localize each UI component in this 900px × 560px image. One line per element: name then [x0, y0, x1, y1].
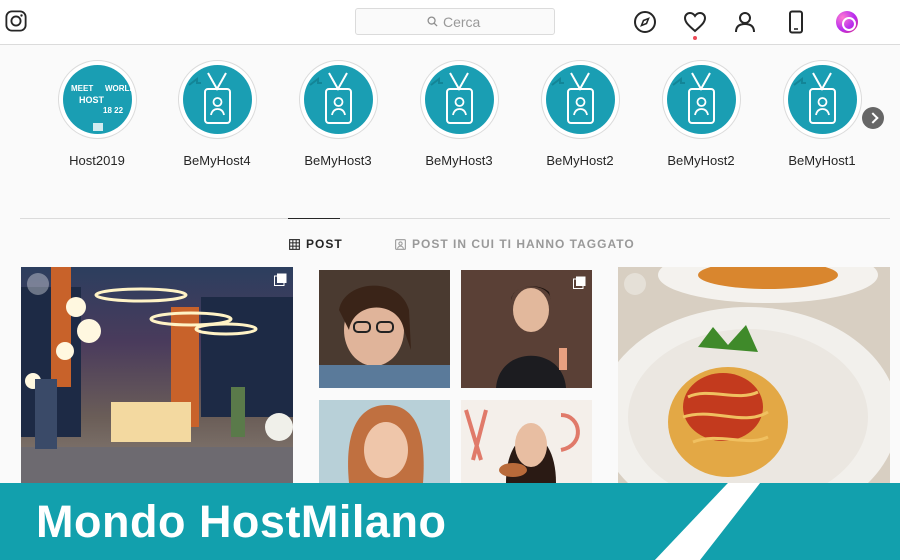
carousel-icon: [573, 276, 586, 289]
grid-icon: [289, 238, 300, 250]
post-tile-showroom[interactable]: [21, 267, 293, 483]
cover-text-dates: 18 22: [103, 106, 124, 115]
highlight-ring: [419, 60, 499, 139]
id-badge-icon: [550, 72, 594, 124]
portrait-photo: [319, 400, 450, 483]
mobile-phone-icon[interactable]: [784, 10, 808, 34]
active-tab-indicator: [288, 218, 340, 219]
banner-title: Mondo HostMilano: [36, 496, 447, 547]
save-icon[interactable]: [624, 273, 646, 295]
id-badge-icon: [671, 72, 715, 124]
highlight-cover: [303, 65, 373, 134]
post-tile-woman-food[interactable]: [461, 400, 592, 483]
tab-tagged[interactable]: POST IN CUI TI HANNO TAGGATO: [395, 237, 635, 251]
compass-icon[interactable]: [633, 10, 657, 34]
story-highlights: MEET HOST WORLD 18 22 Host2019 BeMyHost4…: [0, 60, 900, 175]
highlight-bemyhost4[interactable]: BeMyHost4: [162, 60, 272, 168]
highlight-host2019[interactable]: MEET HOST WORLD 18 22 Host2019: [42, 60, 152, 168]
highlight-cover: [182, 65, 252, 134]
showroom-photo: [21, 267, 293, 483]
cover-text-meet: MEET: [71, 84, 93, 93]
tab-post-label: POST: [306, 237, 343, 251]
post-tile-woman-smiling[interactable]: [319, 400, 450, 483]
id-badge-icon: [429, 72, 473, 124]
highlight-bemyhost3-b[interactable]: BeMyHost3: [404, 60, 514, 168]
user-avatar[interactable]: [836, 11, 858, 33]
tab-tagged-label: POST IN CUI TI HANNO TAGGATO: [412, 237, 635, 251]
highlight-cover: [666, 65, 736, 134]
highlight-ring: [177, 60, 257, 139]
highlight-label: BeMyHost4: [183, 153, 251, 168]
tagged-person-icon: [395, 238, 406, 250]
portrait-photo: [461, 400, 592, 483]
id-badge-icon: [792, 72, 836, 124]
post-tile-man-portrait[interactable]: [461, 270, 592, 388]
profile-icon[interactable]: [733, 10, 757, 34]
heart-icon[interactable]: [683, 10, 707, 34]
tab-post[interactable]: POST: [289, 237, 343, 251]
highlight-cover: [424, 65, 494, 134]
id-badge-icon: [308, 72, 352, 124]
highlight-bemyhost3[interactable]: BeMyHost3: [283, 60, 393, 168]
highlight-label: BeMyHost3: [304, 153, 372, 168]
cover-text-host: HOST: [79, 95, 105, 105]
carousel-icon: [274, 273, 287, 286]
spaghetti-photo: [618, 267, 890, 483]
highlight-label: BeMyHost1: [788, 153, 856, 168]
tabs-divider: [20, 218, 890, 219]
highlight-label: BeMyHost3: [425, 153, 493, 168]
highlight-label: BeMyHost2: [667, 153, 735, 168]
meet-host-world-cover-icon: MEET HOST WORLD 18 22: [71, 84, 132, 131]
highlight-bemyhost2-b[interactable]: BeMyHost2: [646, 60, 756, 168]
highlight-label: Host2019: [69, 153, 125, 168]
save-icon[interactable]: [27, 273, 49, 295]
highlight-label: BeMyHost2: [546, 153, 614, 168]
top-navbar: [0, 0, 900, 45]
post-tile-woman-glasses[interactable]: [319, 270, 450, 388]
search-bar[interactable]: [355, 8, 555, 35]
search-icon: [427, 16, 438, 27]
cover-text-world: WORLD: [105, 84, 132, 93]
highlights-next-button[interactable]: [862, 107, 884, 129]
post-tile-spaghetti[interactable]: [618, 267, 890, 483]
search-input[interactable]: [443, 13, 483, 30]
highlight-ring: MEET HOST WORLD 18 22: [57, 60, 137, 139]
highlight-ring: [782, 60, 862, 139]
highlight-bemyhost2[interactable]: BeMyHost2: [525, 60, 635, 168]
highlight-cover: MEET HOST WORLD 18 22: [62, 65, 132, 134]
notification-dot: [693, 36, 697, 40]
highlight-ring: [661, 60, 741, 139]
instagram-logo-icon[interactable]: [5, 10, 27, 32]
highlight-cover: [787, 65, 857, 134]
portrait-photo: [319, 270, 450, 388]
id-badge-icon: [187, 72, 231, 124]
highlight-ring: [298, 60, 378, 139]
highlight-ring: [540, 60, 620, 139]
highlight-cover: [545, 65, 615, 134]
highlight-bemyhost1[interactable]: BeMyHost1: [767, 60, 877, 168]
